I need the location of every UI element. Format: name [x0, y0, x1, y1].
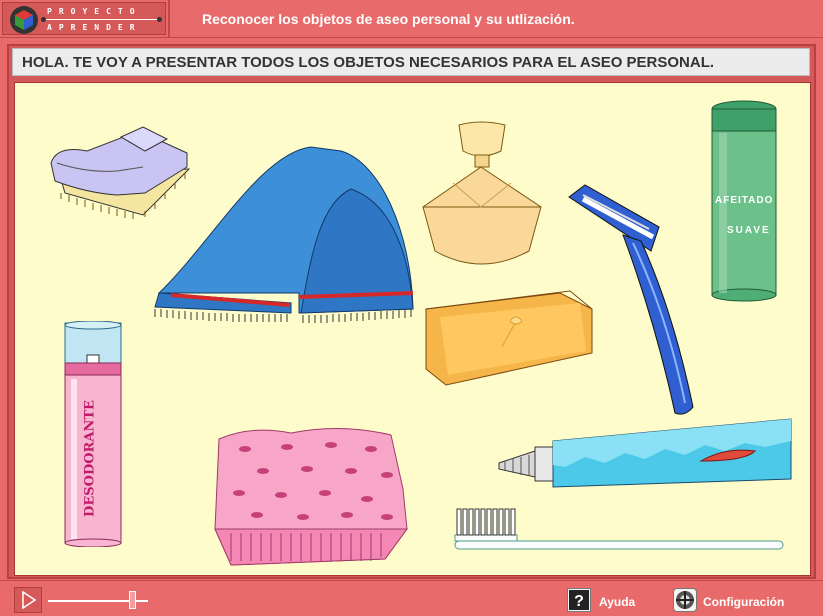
- logo-dot-right: [157, 17, 162, 22]
- logo-text-proyecto: PROYECTO: [47, 7, 142, 16]
- config-label[interactable]: Configuración: [703, 595, 784, 609]
- header-bar: PROYECTO APRENDER Reconocer los objetos …: [0, 0, 823, 38]
- logo-divider: [43, 19, 161, 20]
- progress-slider-thumb[interactable]: [129, 591, 136, 609]
- footer-bar: ? Ayuda Configuración: [0, 580, 823, 616]
- instruction-bar: HOLA. TE VOY A PRESENTAR TODOS LOS OBJET…: [12, 48, 810, 76]
- perfume-object[interactable]: [417, 117, 547, 277]
- logo-dot-left: [41, 17, 46, 22]
- objects-stage: AFEITADO SUAVE DESODORANTE: [14, 82, 811, 576]
- deodorant-label: DESODORANTE: [82, 400, 98, 517]
- shaving-cream-label-top: AFEITADO: [715, 195, 774, 206]
- instruction-text: HOLA. TE VOY A PRESENTAR TODOS LOS OBJET…: [22, 54, 715, 71]
- play-icon: [22, 590, 37, 610]
- help-button[interactable]: ?: [567, 588, 591, 612]
- config-icon: [676, 591, 694, 609]
- toothbrush-object[interactable]: [451, 503, 787, 553]
- play-button[interactable]: [14, 587, 42, 613]
- help-label[interactable]: Ayuda: [599, 595, 635, 609]
- toothpaste-object[interactable]: [495, 417, 797, 507]
- shaving-cream-label-bottom: SUAVE: [727, 225, 771, 236]
- soap-object[interactable]: [420, 289, 600, 389]
- help-icon: ?: [569, 590, 589, 610]
- logo: PROYECTO APRENDER: [2, 2, 166, 35]
- header-divider: [168, 0, 170, 38]
- activity-title: Reconocer los objetos de aseo personal y…: [202, 11, 575, 27]
- logo-text-aprender: APRENDER: [47, 23, 142, 32]
- towel-object[interactable]: [151, 143, 421, 343]
- svg-text:?: ?: [574, 593, 584, 610]
- cube-logo-icon: [10, 6, 38, 34]
- sponge-object[interactable]: [211, 419, 411, 569]
- config-button[interactable]: [673, 588, 697, 612]
